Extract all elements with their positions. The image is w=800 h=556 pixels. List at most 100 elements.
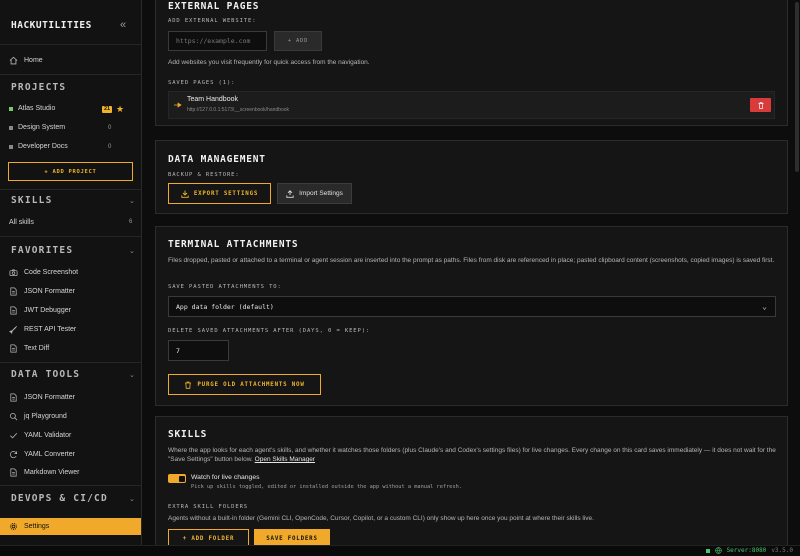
gear-icon [10, 523, 17, 530]
search-icon [9, 412, 18, 420]
section-projects-title[interactable]: PROJECTS [11, 82, 66, 93]
sidebar-item-jq-playground[interactable]: jq Playground [9, 410, 67, 422]
sidebar-item-label: JSON Formatter [24, 393, 75, 401]
delete-saved-page-button[interactable] [750, 98, 771, 112]
project-name: Developer Docs [18, 143, 68, 150]
status-dot [705, 548, 710, 553]
refresh-icon [9, 450, 18, 458]
description-text: Where the app looks for each agent's ski… [168, 446, 780, 464]
sidebar-item-yaml-converter[interactable]: YAML Converter [9, 448, 75, 460]
sidebar-item-json-formatter-2[interactable]: JSON Formatter [9, 391, 75, 403]
sidebar-divider [0, 362, 141, 363]
import-label: Import Settings [299, 190, 343, 197]
add-project-button[interactable]: + ADD PROJECT [8, 162, 133, 181]
sidebar-item-label: jq Playground [24, 412, 67, 420]
project-color-dot [9, 144, 13, 149]
saved-page-url: http://127.0.0.1:5173/__screenbook/handb… [187, 107, 290, 113]
delete-days-input[interactable]: 7 [168, 340, 229, 361]
sidebar-item-label: YAML Converter [24, 450, 75, 458]
sidebar-item-home[interactable]: Home [9, 54, 43, 66]
open-skills-manager-link[interactable]: Open Skills Manager [255, 456, 315, 463]
field-label: SAVED PAGES (1): [168, 80, 236, 86]
purge-attachments-button[interactable]: PURGE OLD ATTACHMENTS NOW [168, 374, 321, 395]
project-color-dot [9, 106, 13, 111]
chevron-down-icon[interactable]: ⌄ [129, 371, 135, 379]
project-item-design-system[interactable]: Design System [9, 124, 65, 131]
sidebar-item-rest-api-tester[interactable]: REST API Tester [9, 323, 76, 335]
url-input[interactable]: https://example.com [168, 31, 267, 51]
sidebar-item-all-skills[interactable]: All skills [9, 216, 34, 228]
card-title: DATA MANAGEMENT [168, 154, 266, 165]
watch-live-changes-toggle[interactable] [168, 474, 186, 483]
sidebar-divider [0, 236, 141, 237]
file-icon [10, 287, 17, 295]
section-data-tools-title[interactable]: DATA TOOLS [11, 369, 80, 380]
status-right: Server:8080 v3.5.0 [705, 547, 793, 554]
section-favorites-title[interactable]: FAVORITES [11, 245, 73, 256]
card-title: SKILLS [168, 429, 208, 440]
sidebar-item-text-diff[interactable]: Text Diff [9, 342, 49, 354]
sidebar-item-label: Markdown Viewer [24, 468, 80, 476]
extra-folders-desc: Agents without a built-in folder (Gemini… [168, 515, 594, 522]
sidebar-divider [0, 74, 141, 75]
chevron-down-icon[interactable]: ⌄ [129, 247, 135, 255]
saved-page-name: Team Handbook [187, 96, 238, 103]
sidebar-divider [0, 485, 141, 486]
toggle-subtext: Pick up skills toggled, edited or instal… [191, 484, 463, 490]
sidebar-item-yaml-validator[interactable]: YAML Validator [9, 429, 71, 441]
external-pages-card: EXTERNAL PAGES ADD EXTERNAL WEBSITE: htt… [155, 0, 788, 126]
scrollbar-thumb[interactable] [795, 2, 799, 172]
add-website-button[interactable]: + ADD [274, 31, 322, 51]
section-devops-title[interactable]: DEVOPS & CI/CD [11, 493, 108, 504]
hint-text: Add websites you visit frequently for qu… [168, 59, 370, 66]
field-label: EXTRA SKILL FOLDERS [168, 504, 249, 510]
desc-line: saved first. [742, 257, 775, 264]
home-icon [9, 56, 18, 64]
project-item-developer-docs[interactable]: Developer Docs [9, 143, 68, 150]
file-icon [10, 344, 17, 352]
select-value: App data folder (default) [176, 302, 274, 311]
star-icon[interactable]: ★ [116, 104, 124, 115]
saved-page-row[interactable]: Team Handbook http://127.0.0.1:5173/__sc… [168, 91, 775, 119]
trash-icon [758, 101, 763, 109]
chevron-down-icon[interactable]: ⌄ [129, 495, 135, 503]
section-skills-title[interactable]: SKILLS [11, 195, 53, 206]
double-chevron-left-icon[interactable]: « [120, 19, 126, 31]
sidebar-item-jwt-debugger[interactable]: JWT Debugger [9, 304, 71, 316]
sidebar-item-label: Code Screenshot [24, 268, 79, 276]
pin-icon [174, 102, 182, 108]
sidebar-item-markdown-viewer[interactable]: Markdown Viewer [9, 466, 80, 478]
sidebar-item-label: Home [24, 56, 43, 64]
field-label: DELETE SAVED ATTACHMENTS AFTER (DAYS, 0 … [168, 328, 371, 334]
trash-icon [185, 381, 192, 389]
toggle-label: Watch for live changes [191, 474, 260, 481]
desc-line: Where the app looks for each agent's ski… [168, 447, 743, 454]
globe-icon [714, 547, 722, 554]
app-root: HACKUTILITIES « Home PROJECTS Atlas Stud… [0, 0, 800, 556]
export-label: EXPORT SETTINGS [193, 190, 259, 197]
sidebar-item-code-screenshot[interactable]: Code Screenshot [9, 266, 78, 278]
sidebar-item-json-formatter[interactable]: JSON Formatter [9, 285, 75, 297]
sidebar-item-label: JWT Debugger [24, 306, 71, 314]
server-status[interactable]: Server:8080 [727, 547, 767, 554]
import-settings-button[interactable]: Import Settings [277, 183, 352, 204]
data-management-card: DATA MANAGEMENT BACKUP & RESTORE: EXPORT… [155, 140, 788, 214]
chevron-down-icon[interactable]: ⌄ [129, 197, 135, 205]
export-settings-button[interactable]: EXPORT SETTINGS [168, 183, 271, 204]
sidebar: HACKUTILITIES « Home PROJECTS Atlas Stud… [0, 0, 142, 545]
project-item-atlas-studio[interactable]: Atlas Studio [9, 105, 55, 112]
project-name: Atlas Studio [18, 105, 56, 112]
file-icon [10, 393, 17, 401]
sidebar-divider [0, 189, 141, 190]
version-label: v3.5.0 [771, 547, 793, 554]
project-color-dot [9, 125, 13, 130]
project-count: 0 [108, 125, 112, 131]
file-icon [10, 306, 17, 314]
sidebar-item-label: All skills [9, 218, 34, 226]
sidebar-item-label: Text Diff [24, 344, 50, 352]
add-folder-button[interactable]: + ADD FOLDER [168, 529, 249, 545]
save-folders-button[interactable]: SAVE FOLDERS [254, 529, 330, 545]
status-bar: Server:8080 v3.5.0 [0, 545, 800, 556]
sidebar-item-settings[interactable]: Settings [0, 518, 141, 535]
attachments-location-select[interactable]: App data folder (default) ⌄ [168, 296, 776, 317]
